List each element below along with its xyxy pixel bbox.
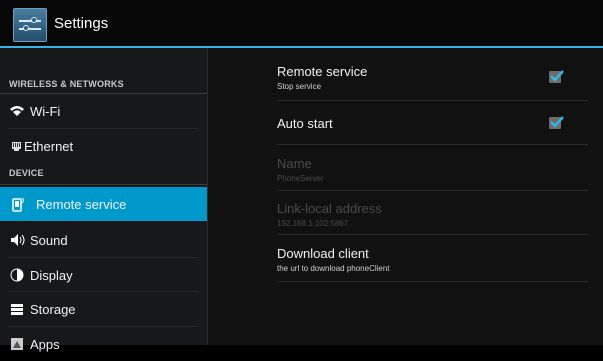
preferences-pane: Remote service Stop service Auto start N… — [208, 48, 603, 345]
sidebar-item-display[interactable]: Display — [0, 258, 207, 292]
pref-title: Name — [277, 156, 312, 171]
display-icon — [9, 267, 25, 283]
divider — [277, 234, 588, 235]
pref-summary: the url to download phoneClient — [277, 264, 390, 273]
divider — [277, 190, 588, 191]
sidebar-item-storage[interactable]: Storage — [0, 292, 207, 326]
storage-icon — [9, 301, 25, 317]
pref-title: Link-local address — [277, 201, 382, 216]
pref-summary: 192.168.1.102:5867 — [277, 219, 349, 228]
auto-start-checkbox[interactable] — [549, 116, 564, 129]
action-bar: Settings — [0, 0, 603, 48]
sidebar-item-apps[interactable]: Apps — [0, 327, 207, 361]
wifi-icon — [9, 103, 25, 119]
sidebar-item-label: Wi-Fi — [30, 104, 61, 119]
sidebar-item-wifi[interactable]: Wi-Fi — [0, 94, 207, 128]
settings-app-icon[interactable] — [13, 8, 47, 42]
sidebar-item-remote-service[interactable]: Remote service — [0, 187, 207, 221]
sidebar-item-label: Display — [30, 268, 73, 283]
app-title: Settings — [54, 15, 109, 32]
sidebar-item-label: Storage — [30, 302, 76, 317]
pref-download-client[interactable]: Download client the url to download phon… — [277, 246, 597, 273]
header-device: DEVICE — [9, 168, 44, 178]
divider — [277, 144, 588, 145]
header-divider — [0, 184, 207, 185]
remote-service-checkbox[interactable] — [549, 70, 564, 83]
divider — [277, 281, 588, 282]
phone-icon — [11, 196, 27, 212]
checkmark-icon — [550, 116, 564, 128]
sidebar-item-label: Remote service — [36, 197, 127, 212]
settings-sidebar: WIRELESS & NETWORKS Wi-Fi Ethernet DEVIC… — [0, 48, 208, 352]
divider — [277, 100, 588, 101]
pref-title: Download client — [277, 246, 369, 261]
checkmark-icon — [550, 70, 564, 82]
pref-summary: Stop service — [277, 82, 322, 91]
sidebar-item-label: Ethernet — [24, 139, 74, 154]
header-wireless-networks: WIRELESS & NETWORKS — [9, 79, 124, 89]
speaker-icon — [9, 232, 25, 248]
sidebar-item-ethernet[interactable]: Ethernet — [0, 129, 207, 163]
sidebar-item-sound[interactable]: Sound — [0, 223, 207, 257]
ethernet-icon — [9, 138, 25, 154]
sidebar-item-label: Sound — [30, 233, 68, 248]
pref-summary: PhoneServer — [277, 174, 324, 183]
apps-icon — [9, 336, 25, 352]
pref-name: Name PhoneServer — [277, 156, 597, 183]
pref-link-local-address: Link-local address 192.168.1.102:5867 — [277, 201, 597, 228]
